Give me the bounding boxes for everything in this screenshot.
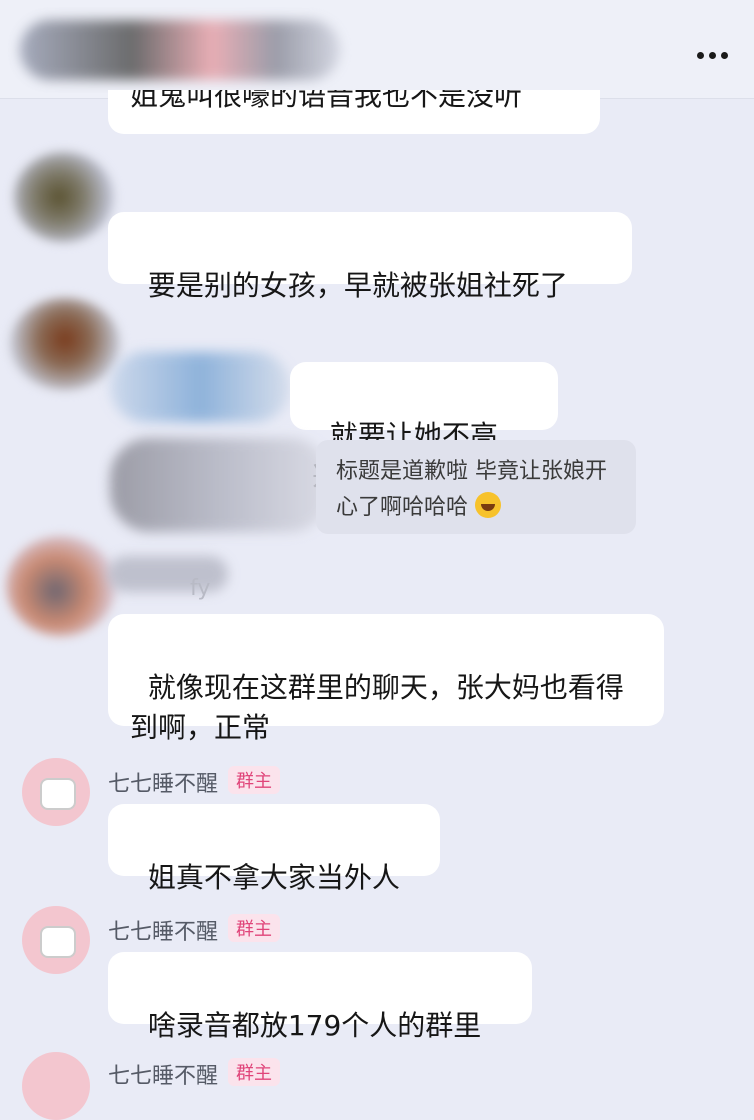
sender-name: 七七睡不醒 [108, 1064, 219, 1089]
message-bubble[interactable]: 姐真不拿大家当外人 [108, 804, 440, 894]
sender-name: fy [190, 576, 211, 601]
redacted-sender [110, 352, 290, 422]
redacted-quote-author [110, 438, 330, 532]
owner-badge: 群主 [228, 914, 280, 942]
message-text: 啥录音都放179个人的群里 [147, 1009, 482, 1042]
avatar[interactable] [6, 536, 116, 636]
message-bubble[interactable]: 姐鬼叫很嚎的语音我也不是没听 [108, 90, 600, 134]
avatar[interactable] [22, 758, 90, 826]
avatar[interactable] [14, 152, 114, 242]
avatar[interactable] [22, 906, 90, 974]
message-text: 姐真不拿大家当外人 [147, 861, 400, 894]
avatar[interactable] [22, 1052, 90, 1120]
message-bubble[interactable]: 啥录音都放179个人的群里 [108, 952, 532, 1042]
sender-name: 七七睡不醒 [108, 772, 219, 797]
message-bubble[interactable]: 就要让她不高兴。 [290, 362, 558, 492]
chat-header [0, 0, 754, 99]
message-bubble[interactable]: 要是别的女孩，早就被张姐社死了 [108, 212, 632, 302]
redacted-title [20, 20, 340, 80]
sender-name: 七七睡不醒 [108, 920, 219, 945]
rofl-emoji-icon [475, 492, 502, 518]
avatar[interactable] [10, 298, 120, 390]
quote-text: 标题是道歉啦 毕竟让张娘开心了啊哈哈哈 [336, 459, 607, 520]
more-icon [696, 51, 704, 59]
more-options-button[interactable] [692, 40, 732, 70]
owner-badge: 群主 [228, 1058, 280, 1086]
message-text: 姐鬼叫很嚎的语音我也不是没听 [130, 90, 523, 112]
message-bubble[interactable]: 就像现在这群里的聊天，张大妈也看得到啊，正常 [108, 614, 664, 744]
quoted-message[interactable]: 标题是道歉啦 毕竟让张娘开心了啊哈哈哈 [316, 440, 636, 534]
message-text: 就像现在这群里的聊天，张大妈也看得到啊，正常 [130, 671, 624, 744]
message-text: 要是别的女孩，早就被张姐社死了 [147, 269, 568, 302]
avatar-face-icon [40, 926, 76, 958]
avatar-face-icon [40, 778, 76, 810]
owner-badge: 群主 [228, 766, 280, 794]
